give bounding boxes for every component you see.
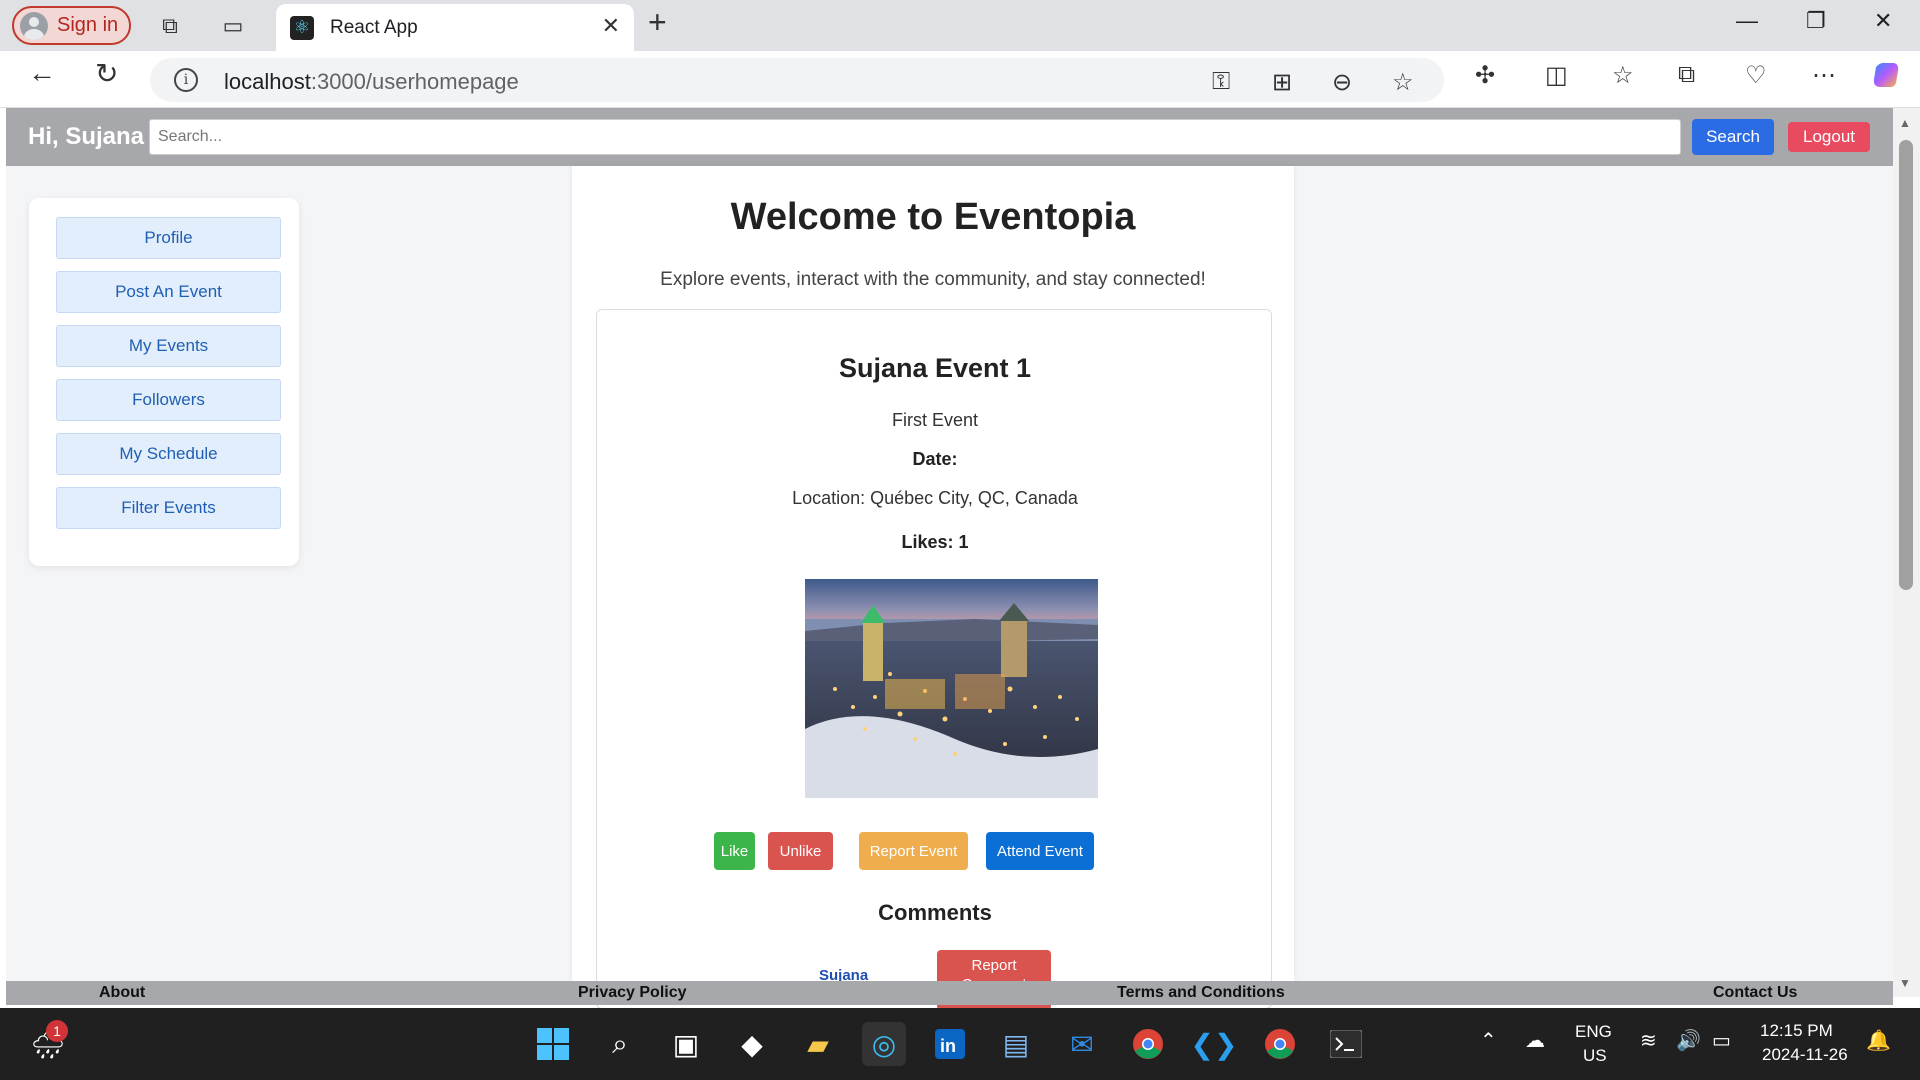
minimize-icon[interactable]: — — [1736, 8, 1758, 34]
clock-date[interactable]: 2024-11-26 — [1762, 1045, 1848, 1065]
tab-title: React App — [330, 16, 418, 38]
browser-toolbar: ← ↻ i localhost:3000/userhomepage ⚿ ⊞ ⊖ … — [0, 51, 1920, 108]
url-text[interactable]: localhost:3000/userhomepage — [224, 69, 519, 95]
new-tab-icon[interactable]: + — [648, 4, 667, 41]
footer-privacy-link[interactable]: Privacy Policy — [578, 984, 687, 1002]
weather-badge: 1 — [46, 1020, 68, 1042]
favorites-icon[interactable]: ☆ — [1612, 61, 1634, 90]
unlike-button[interactable]: Unlike — [768, 832, 833, 870]
onedrive-icon[interactable]: ☁ — [1525, 1028, 1545, 1053]
close-tab-icon[interactable]: ✕ — [602, 13, 620, 39]
key-icon[interactable]: ⚿ — [1212, 68, 1230, 96]
back-icon[interactable]: ← — [28, 57, 56, 89]
search-button[interactable]: Search — [1692, 119, 1774, 155]
url-path: :3000/userhomepage — [310, 69, 519, 94]
react-favicon-icon: ⚛ — [290, 15, 314, 40]
copilot-icon[interactable] — [1870, 59, 1902, 98]
url-host: localhost — [224, 69, 311, 94]
sign-in-button[interactable]: Sign in — [12, 6, 131, 45]
linkedin-icon[interactable]: in — [928, 1022, 972, 1066]
browser-tab-bar: Sign in ⧉ ▭ ⚛ React App ✕ + — ❐ ✕ — [0, 0, 1920, 51]
svg-text:in: in — [940, 1036, 956, 1056]
windows-taskbar: 🌧 1 ⌕ ▣ ◆ ▰ ◎ in ▤ ✉ ❮❯ ⌃ ☁ ENG US ≋ 🔊 ▭… — [0, 1008, 1920, 1080]
favorite-star-icon[interactable]: ☆ — [1392, 68, 1414, 97]
profile-avatar-icon — [20, 11, 48, 40]
workspaces-icon[interactable]: ⧉ — [150, 6, 190, 46]
tab-actions-icon[interactable]: ▭ — [213, 6, 253, 46]
page-tagline: Explore events, interact with the commun… — [660, 269, 1206, 290]
notepad-icon[interactable]: ▤ — [994, 1022, 1038, 1066]
file-explorer-icon[interactable]: ▰ — [796, 1022, 840, 1066]
start-icon[interactable] — [531, 1022, 575, 1066]
attend-event-button[interactable]: Attend Event — [986, 832, 1094, 870]
language-top[interactable]: ENG — [1575, 1022, 1612, 1042]
app-available-icon[interactable]: ⊞ — [1272, 68, 1292, 97]
browser-essentials-icon[interactable]: ♡ — [1745, 61, 1767, 90]
footer-contact-link[interactable]: Contact Us — [1713, 984, 1797, 1002]
tab-react-app[interactable]: ⚛ React App ✕ — [276, 4, 634, 51]
edge-icon[interactable]: ◎ — [862, 1022, 906, 1066]
sidebar-item-post-event[interactable]: Post An Event — [56, 271, 281, 313]
sidebar-item-followers[interactable]: Followers — [56, 379, 281, 421]
report-event-button[interactable]: Report Event — [859, 832, 968, 870]
like-button[interactable]: Like — [714, 832, 755, 870]
sign-in-label: Sign in — [57, 14, 119, 36]
close-window-icon[interactable]: ✕ — [1874, 8, 1892, 34]
address-bar[interactable]: i localhost:3000/userhomepage ⚿ ⊞ ⊖ ☆ — [150, 58, 1444, 102]
terminal-icon[interactable] — [1324, 1022, 1368, 1066]
search-icon[interactable]: ⌕ — [598, 1022, 642, 1066]
scroll-down-icon[interactable]: ▼ — [1899, 976, 1911, 990]
event-location: Location: Québec City, QC, Canada — [792, 488, 1078, 508]
notifications-bell-icon[interactable]: 🔔 — [1866, 1028, 1891, 1053]
comments-heading: Comments — [878, 900, 992, 925]
chrome-icon[interactable] — [1126, 1022, 1170, 1066]
sidebar-item-my-events[interactable]: My Events — [56, 325, 281, 367]
task-view-icon[interactable]: ▣ — [664, 1022, 708, 1066]
footer-terms-link[interactable]: Terms and Conditions — [1117, 984, 1285, 1002]
main-panel: Welcome to Eventopia Explore events, int… — [572, 166, 1294, 1010]
app-body: Profile Post An Event My Events Follower… — [6, 166, 1893, 1010]
app-footer: About Privacy Policy Terms and Condition… — [6, 981, 1893, 1005]
collections-icon[interactable]: ⧉ — [1678, 61, 1695, 89]
scroll-up-icon[interactable]: ▲ — [1899, 116, 1911, 130]
event-likes: Likes: 1 — [901, 532, 969, 552]
restore-icon[interactable]: ❐ — [1806, 8, 1826, 34]
more-options-icon[interactable]: ⋯ — [1812, 61, 1836, 90]
volume-icon[interactable]: 🔊 — [1676, 1028, 1701, 1053]
search-input[interactable] — [149, 119, 1681, 155]
event-card: Sujana Event 1 First Event Date: Locatio… — [596, 309, 1272, 1010]
event-description: First Event — [891, 410, 979, 430]
sidebar-item-profile[interactable]: Profile — [56, 217, 281, 259]
sidebar-item-filter-events[interactable]: Filter Events — [56, 487, 281, 529]
page-scrollbar[interactable]: ▲ ▼ — [1893, 108, 1920, 997]
clock-time[interactable]: 12:15 PM — [1760, 1021, 1833, 1041]
battery-icon[interactable]: ▭ — [1712, 1028, 1731, 1053]
page-title: Welcome to Eventopia — [730, 196, 1136, 238]
sidebar: Profile Post An Event My Events Follower… — [29, 198, 299, 566]
chrome-profile-icon[interactable] — [1258, 1022, 1302, 1066]
event-title: Sujana Event 1 — [838, 353, 1032, 383]
zoom-out-icon[interactable]: ⊖ — [1332, 68, 1352, 97]
sidebar-item-my-schedule[interactable]: My Schedule — [56, 433, 281, 475]
refresh-icon[interactable]: ↻ — [95, 57, 118, 90]
show-hidden-icons-icon[interactable]: ⌃ — [1480, 1028, 1497, 1053]
vscode-icon[interactable]: ❮❯ — [1191, 1022, 1238, 1066]
event-image — [805, 579, 1098, 798]
user-greeting: Hi, Sujana — [28, 123, 145, 150]
outlook-icon[interactable]: ✉ — [1060, 1022, 1104, 1066]
footer-about-link[interactable]: About — [99, 984, 145, 1002]
app-header: Hi, Sujana Search Logout — [6, 108, 1893, 166]
scroll-thumb[interactable] — [1899, 140, 1913, 590]
event-date: Date: — [912, 449, 958, 469]
logout-button[interactable]: Logout — [1788, 122, 1870, 152]
copilot-taskbar-icon[interactable]: ◆ — [730, 1022, 774, 1066]
split-screen-icon[interactable]: ◫ — [1545, 61, 1568, 90]
wifi-icon[interactable]: ≋ — [1640, 1028, 1657, 1053]
extensions-icon[interactable]: ✣ — [1475, 61, 1495, 90]
language-bottom[interactable]: US — [1583, 1046, 1607, 1066]
site-info-icon[interactable]: i — [174, 68, 198, 92]
